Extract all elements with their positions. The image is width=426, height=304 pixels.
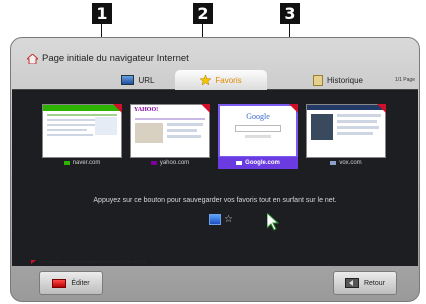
url-icon — [121, 75, 135, 85]
window-title: Page initiale du navigateur Internet — [42, 53, 189, 64]
back-button-label: Retour — [363, 279, 385, 287]
favorite-item-yahoo[interactable]: YAHOO! yahoo.com — [130, 104, 210, 170]
tab-history[interactable]: Historique — [293, 71, 383, 89]
favorite-item-google[interactable]: Google Google.com — [218, 104, 298, 170]
favorites-grid: naver.com YAHOO! yahoo.com Google Google… — [42, 104, 386, 170]
tab-url-label: URL — [138, 75, 155, 85]
edit-button[interactable]: Éditer — [39, 271, 103, 295]
window-title-row: Page initiale du navigateur Internet — [27, 53, 189, 64]
favorite-caption: yahoo.com — [130, 157, 210, 169]
favorite-item-vox[interactable]: vox.com — [306, 104, 386, 170]
page-thumbnail: YAHOO! — [130, 104, 210, 158]
vox-favicon — [330, 161, 337, 165]
yahoo-favicon — [150, 161, 157, 165]
favorites-panel: naver.com YAHOO! yahoo.com Google Google… — [12, 89, 418, 266]
delete-corner-icon — [113, 104, 122, 113]
browser-home-screen: Page initiale du navigateur Internet URL… — [10, 37, 420, 302]
edit-button-label: Éditer — [71, 279, 90, 287]
delete-corner-icon — [201, 104, 210, 113]
naver-favicon — [63, 161, 70, 165]
delete-corner-icon — [377, 104, 386, 113]
pointer-cursor-icon — [267, 213, 279, 231]
red-corner-icon — [31, 260, 36, 264]
google-favicon — [236, 161, 243, 165]
favorite-item-naver[interactable]: naver.com — [42, 104, 122, 170]
tab-favorites-label: Favoris — [215, 75, 242, 85]
page-indicator: 1/1 Page — [394, 77, 415, 83]
back-icon — [344, 278, 359, 288]
callout-marker-3: 3 — [280, 3, 300, 24]
history-icon — [312, 74, 323, 86]
bottom-action-bar: Éditer Retour — [23, 271, 419, 295]
back-button[interactable]: Retour — [333, 271, 397, 295]
delete-corner-icon — [289, 104, 298, 113]
favorite-caption: vox.com — [306, 157, 386, 169]
page-thumbnail — [306, 104, 386, 158]
home-icon — [27, 53, 38, 64]
help-text: Appuyez sur ce bouton pour sauvegarder v… — [93, 197, 337, 204]
callout-marker-2: 2 — [193, 3, 213, 24]
star-icon — [200, 75, 212, 85]
star-plus-icon: ☆ — [224, 214, 233, 225]
page-thumbnail: Google — [218, 104, 298, 158]
add-favorite-button[interactable]: ☆ — [209, 214, 233, 225]
favorite-caption: Google.com — [218, 157, 298, 169]
tab-favorites[interactable]: Favoris — [175, 70, 267, 90]
red-key-icon — [52, 278, 67, 288]
callout-marker-1: 1 — [92, 3, 112, 24]
tab-bar: URL Favoris Historique 1/1 Page — [23, 70, 419, 90]
page-thumbnail — [42, 104, 122, 158]
blue-key-icon — [209, 214, 221, 225]
tab-history-label: Historique — [326, 75, 363, 85]
home-page-note: Affichage dans la fiche de navigateur In… — [31, 260, 146, 264]
favorite-caption: naver.com — [42, 157, 122, 169]
